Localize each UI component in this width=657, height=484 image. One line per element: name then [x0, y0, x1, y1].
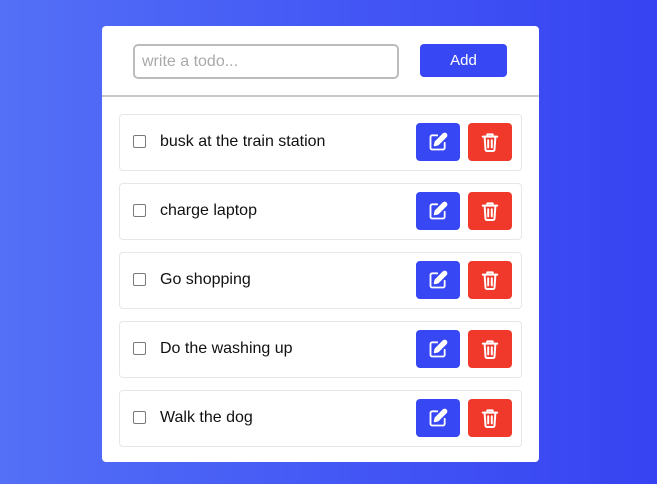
pencil-square-icon [429, 339, 448, 358]
todo-item: Walk the dog [119, 390, 522, 447]
add-button[interactable]: Add [420, 44, 507, 77]
edit-button[interactable] [416, 330, 460, 368]
todo-item: Do the washing up [119, 321, 522, 378]
pencil-square-icon [429, 408, 448, 427]
trash-icon [481, 133, 499, 152]
trash-icon [481, 340, 499, 359]
todo-checkbox[interactable] [133, 273, 146, 286]
todo-item: charge laptop [119, 183, 522, 240]
edit-button[interactable] [416, 123, 460, 161]
trash-icon [481, 271, 499, 290]
delete-button[interactable] [468, 330, 512, 368]
todo-item: busk at the train station [119, 114, 522, 171]
delete-button[interactable] [468, 399, 512, 437]
todo-text: busk at the train station [160, 133, 326, 150]
todo-input[interactable] [133, 44, 399, 79]
todo-item: Go shopping [119, 252, 522, 309]
pencil-square-icon [429, 270, 448, 289]
todo-checkbox[interactable] [133, 411, 146, 424]
edit-button[interactable] [416, 261, 460, 299]
pencil-square-icon [429, 201, 448, 220]
todo-checkbox[interactable] [133, 342, 146, 355]
delete-button[interactable] [468, 192, 512, 230]
todo-form: Add [102, 26, 539, 97]
todo-card: Add busk at the train station charge lap… [102, 26, 539, 462]
todo-checkbox[interactable] [133, 204, 146, 217]
edit-button[interactable] [416, 192, 460, 230]
delete-button[interactable] [468, 123, 512, 161]
pencil-square-icon [429, 132, 448, 151]
trash-icon [481, 409, 499, 428]
todo-list: busk at the train station charge laptop … [119, 114, 522, 447]
todo-checkbox[interactable] [133, 135, 146, 148]
edit-button[interactable] [416, 399, 460, 437]
todo-text: Go shopping [160, 271, 251, 288]
todo-text: Do the washing up [160, 340, 293, 357]
todo-text: Walk the dog [160, 409, 253, 426]
todo-text: charge laptop [160, 202, 257, 219]
delete-button[interactable] [468, 261, 512, 299]
trash-icon [481, 202, 499, 221]
